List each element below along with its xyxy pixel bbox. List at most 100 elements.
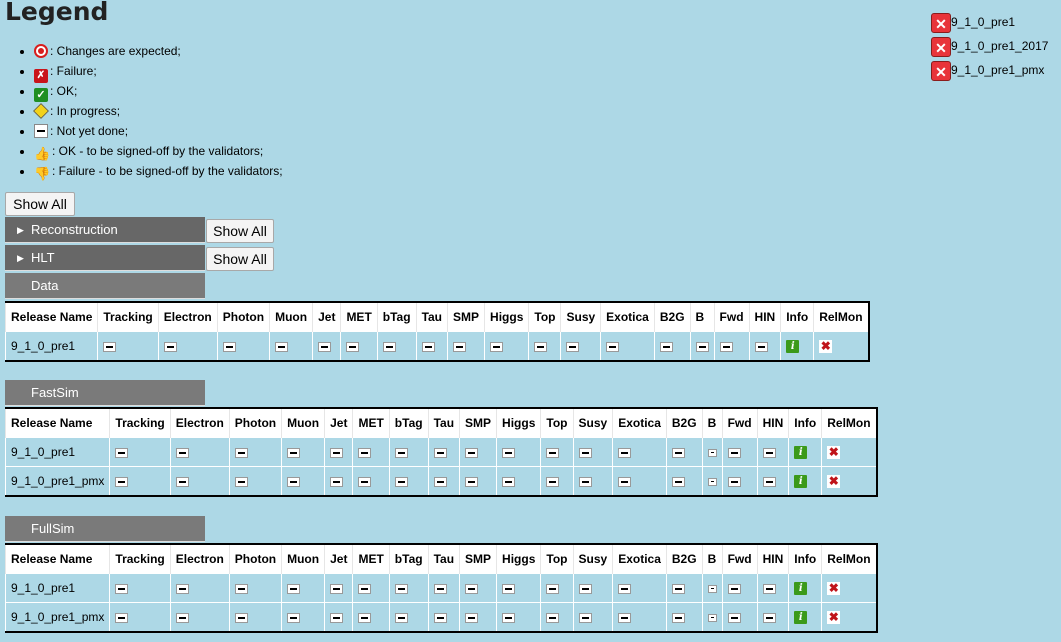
info-icon[interactable]: i: [786, 340, 800, 354]
not-yet-done-icon[interactable]: [433, 447, 447, 458]
not-yet-done-icon[interactable]: [754, 341, 768, 352]
not-yet-done-icon[interactable]: [727, 476, 741, 487]
not-yet-done-icon[interactable]: [433, 583, 447, 594]
not-yet-done-icon[interactable]: [382, 341, 396, 352]
not-yet-done-icon[interactable]: [671, 612, 685, 623]
not-yet-done-icon[interactable]: [618, 583, 632, 594]
not-yet-done-icon[interactable]: [275, 341, 289, 352]
not-yet-done-icon[interactable]: [234, 612, 248, 623]
not-yet-done-icon[interactable]: [394, 612, 408, 623]
reconstruction-section-toggle[interactable]: ▶ Reconstruction: [5, 217, 205, 243]
not-yet-done-icon[interactable]: [618, 612, 632, 623]
not-yet-done-icon[interactable]: [502, 583, 516, 594]
not-yet-done-icon[interactable]: [358, 447, 372, 458]
not-yet-done-icon[interactable]: [465, 612, 479, 623]
not-yet-done-icon[interactable]: [566, 341, 580, 352]
relmon-icon[interactable]: ✖: [827, 475, 841, 489]
not-yet-done-icon[interactable]: [175, 583, 189, 594]
not-yet-done-icon[interactable]: [103, 341, 117, 352]
release-badge[interactable]: ✕ 9_1_0_pre1_2017: [931, 35, 1048, 57]
not-yet-done-icon[interactable]: [534, 341, 548, 352]
not-yet-done-icon[interactable]: [287, 612, 301, 623]
not-yet-done-icon[interactable]: [502, 612, 516, 623]
not-yet-done-icon[interactable]: [287, 447, 301, 458]
relmon-icon[interactable]: ✖: [827, 446, 841, 460]
not-yet-done-icon[interactable]: [234, 447, 248, 458]
hlt-section-toggle[interactable]: ▶ HLT: [5, 245, 205, 271]
not-yet-done-icon[interactable]: [453, 341, 467, 352]
not-yet-done-icon[interactable]: [465, 447, 479, 458]
not-yet-done-icon[interactable]: [234, 476, 248, 487]
not-yet-done-icon[interactable]: [707, 584, 717, 593]
info-icon[interactable]: i: [794, 446, 808, 460]
not-yet-done-icon[interactable]: [727, 447, 741, 458]
not-yet-done-icon[interactable]: [394, 447, 408, 458]
release-badge[interactable]: ✕ 9_1_0_pre1: [931, 11, 1015, 33]
not-yet-done-icon[interactable]: [421, 341, 435, 352]
not-yet-done-icon[interactable]: [394, 476, 408, 487]
not-yet-done-icon[interactable]: [433, 612, 447, 623]
not-yet-done-icon[interactable]: [546, 612, 560, 623]
not-yet-done-icon[interactable]: [358, 583, 372, 594]
not-yet-done-icon[interactable]: [465, 583, 479, 594]
not-yet-done-icon[interactable]: [163, 341, 177, 352]
not-yet-done-icon[interactable]: [287, 583, 301, 594]
not-yet-done-icon[interactable]: [578, 612, 592, 623]
not-yet-done-icon[interactable]: [578, 476, 592, 487]
not-yet-done-icon[interactable]: [719, 341, 733, 352]
not-yet-done-icon[interactable]: [707, 448, 717, 457]
not-yet-done-icon[interactable]: [287, 476, 301, 487]
not-yet-done-icon[interactable]: [578, 447, 592, 458]
relmon-icon[interactable]: ✖: [827, 611, 841, 625]
not-yet-done-icon[interactable]: [618, 476, 632, 487]
not-yet-done-icon[interactable]: [234, 583, 248, 594]
not-yet-done-icon[interactable]: [502, 476, 516, 487]
info-icon[interactable]: i: [794, 475, 808, 489]
not-yet-done-icon[interactable]: [707, 613, 717, 622]
show-all-hlt-button[interactable]: Show All: [206, 247, 274, 271]
show-all-button[interactable]: Show All: [5, 192, 75, 216]
not-yet-done-icon[interactable]: [618, 447, 632, 458]
not-yet-done-icon[interactable]: [330, 476, 344, 487]
not-yet-done-icon[interactable]: [671, 447, 685, 458]
not-yet-done-icon[interactable]: [762, 583, 776, 594]
not-yet-done-icon[interactable]: [671, 476, 685, 487]
not-yet-done-icon[interactable]: [175, 612, 189, 623]
not-yet-done-icon[interactable]: [330, 612, 344, 623]
not-yet-done-icon[interactable]: [695, 341, 709, 352]
not-yet-done-icon[interactable]: [115, 476, 129, 487]
not-yet-done-icon[interactable]: [727, 612, 741, 623]
not-yet-done-icon[interactable]: [546, 476, 560, 487]
not-yet-done-icon[interactable]: [433, 476, 447, 487]
close-icon[interactable]: ✕: [931, 60, 951, 81]
fastsim-section-header[interactable]: FastSim: [5, 380, 205, 406]
not-yet-done-icon[interactable]: [546, 583, 560, 594]
not-yet-done-icon[interactable]: [546, 447, 560, 458]
not-yet-done-icon[interactable]: [358, 476, 372, 487]
not-yet-done-icon[interactable]: [318, 341, 332, 352]
release-badge[interactable]: ✕ 9_1_0_pre1_pmx: [931, 59, 1044, 81]
not-yet-done-icon[interactable]: [465, 476, 479, 487]
not-yet-done-icon[interactable]: [502, 447, 516, 458]
not-yet-done-icon[interactable]: [762, 447, 776, 458]
close-icon[interactable]: ✕: [931, 12, 951, 33]
show-all-reconstruction-button[interactable]: Show All: [206, 219, 274, 243]
not-yet-done-icon[interactable]: [175, 476, 189, 487]
not-yet-done-icon[interactable]: [115, 447, 129, 458]
not-yet-done-icon[interactable]: [330, 583, 344, 594]
not-yet-done-icon[interactable]: [394, 583, 408, 594]
relmon-icon[interactable]: ✖: [819, 340, 833, 354]
not-yet-done-icon[interactable]: [659, 341, 673, 352]
not-yet-done-icon[interactable]: [727, 583, 741, 594]
not-yet-done-icon[interactable]: [175, 447, 189, 458]
not-yet-done-icon[interactable]: [358, 612, 372, 623]
not-yet-done-icon[interactable]: [606, 341, 620, 352]
data-section-header[interactable]: Data: [5, 273, 205, 299]
not-yet-done-icon[interactable]: [578, 583, 592, 594]
not-yet-done-icon[interactable]: [671, 583, 685, 594]
info-icon[interactable]: i: [794, 582, 808, 596]
info-icon[interactable]: i: [794, 611, 808, 625]
fullsim-section-header[interactable]: FullSim: [5, 516, 205, 542]
not-yet-done-icon[interactable]: [707, 477, 717, 486]
relmon-icon[interactable]: ✖: [827, 582, 841, 596]
